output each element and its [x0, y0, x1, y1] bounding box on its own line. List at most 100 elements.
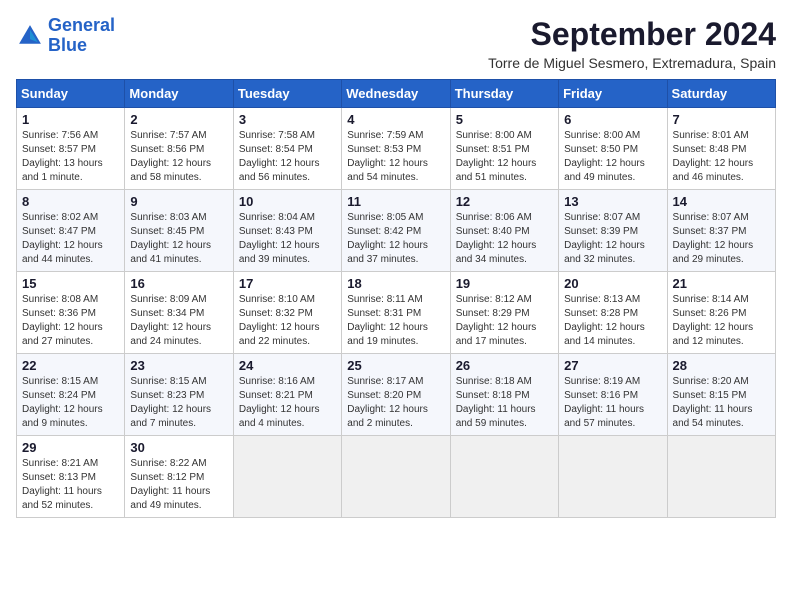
day-info: Sunrise: 8:08 AMSunset: 8:36 PMDaylight:… — [22, 293, 119, 349]
day-number: 28 — [673, 358, 770, 373]
day-info: Sunrise: 8:21 AMSunset: 8:13 PMDaylight:… — [22, 457, 119, 513]
day-info: Sunrise: 7:59 AMSunset: 8:53 PMDaylight:… — [347, 129, 444, 185]
logo-general: General — [48, 15, 115, 35]
calendar-cell: 24Sunrise: 8:16 AMSunset: 8:21 PMDayligh… — [233, 354, 341, 436]
day-info: Sunrise: 8:07 AMSunset: 8:37 PMDaylight:… — [673, 211, 770, 267]
day-number: 27 — [564, 358, 661, 373]
day-number: 18 — [347, 276, 444, 291]
calendar-cell: 11 Sunrise: 8:05 AMSunset: 8:42 PMDayligh… — [342, 190, 450, 272]
day-number: 10 — [239, 194, 336, 209]
calendar-cell: 10Sunrise: 8:04 AMSunset: 8:43 PMDayligh… — [233, 190, 341, 272]
calendar-cell: 8 Sunrise: 8:02 AMSunset: 8:47 PMDaylight… — [17, 190, 125, 272]
day-info: Sunrise: 8:19 AMSunset: 8:16 PMDaylight:… — [564, 375, 661, 431]
calendar-week-row: 15 Sunrise: 8:08 AMSunset: 8:36 PMDayligh… — [17, 272, 776, 354]
calendar-cell: 17 Sunrise: 8:10 AMSunset: 8:32 PMDayligh… — [233, 272, 341, 354]
day-info: Sunrise: 8:15 AMSunset: 8:24 PMDaylight:… — [22, 375, 119, 431]
day-info: Sunrise: 8:00 AMSunset: 8:50 PMDaylight:… — [564, 129, 661, 185]
day-number: 5 — [456, 112, 553, 127]
day-number: 16 — [130, 276, 227, 291]
calendar-cell: 18Sunrise: 8:11 AMSunset: 8:31 PMDayligh… — [342, 272, 450, 354]
calendar-cell: 14 Sunrise: 8:07 AMSunset: 8:37 PMDayligh… — [667, 190, 775, 272]
weekday-header: Tuesday — [233, 80, 341, 108]
day-info: Sunrise: 8:16 AMSunset: 8:21 PMDaylight:… — [239, 375, 336, 431]
day-number: 25 — [347, 358, 444, 373]
day-info: Sunrise: 8:02 AMSunset: 8:47 PMDaylight:… — [22, 211, 119, 267]
day-number: 4 — [347, 112, 444, 127]
day-info: Sunrise: 8:14 AMSunset: 8:26 PMDaylight:… — [673, 293, 770, 349]
calendar-cell — [233, 436, 341, 518]
day-info: Sunrise: 8:12 AMSunset: 8:29 PMDaylight:… — [456, 293, 553, 349]
day-number: 12 — [456, 194, 553, 209]
day-number: 11 — [347, 194, 444, 209]
calendar-cell: 29 Sunrise: 8:21 AMSunset: 8:13 PMDayligh… — [17, 436, 125, 518]
weekday-header: Thursday — [450, 80, 558, 108]
calendar-cell: 13Sunrise: 8:07 AMSunset: 8:39 PMDayligh… — [559, 190, 667, 272]
day-info: Sunrise: 7:57 AMSunset: 8:56 PMDaylight:… — [130, 129, 227, 185]
calendar-table: SundayMondayTuesdayWednesdayThursdayFrid… — [16, 79, 776, 518]
calendar-cell: 9Sunrise: 8:03 AMSunset: 8:45 PMDaylight… — [125, 190, 233, 272]
calendar-cell: 28 Sunrise: 8:20 AMSunset: 8:15 PMDayligh… — [667, 354, 775, 436]
day-number: 1 — [22, 112, 119, 127]
day-number: 2 — [130, 112, 227, 127]
calendar-cell: 27 Sunrise: 8:19 AMSunset: 8:16 PMDayligh… — [559, 354, 667, 436]
day-info: Sunrise: 8:17 AMSunset: 8:20 PMDaylight:… — [347, 375, 444, 431]
day-number: 13 — [564, 194, 661, 209]
day-number: 8 — [22, 194, 119, 209]
calendar-cell: 3Sunrise: 7:58 AMSunset: 8:54 PMDaylight… — [233, 108, 341, 190]
calendar-week-row: 29 Sunrise: 8:21 AMSunset: 8:13 PMDayligh… — [17, 436, 776, 518]
day-number: 29 — [22, 440, 119, 455]
calendar-week-row: 8 Sunrise: 8:02 AMSunset: 8:47 PMDaylight… — [17, 190, 776, 272]
weekday-header: Monday — [125, 80, 233, 108]
day-number: 14 — [673, 194, 770, 209]
calendar-cell: 1 Sunrise: 7:56 AMSunset: 8:57 PMDaylight… — [17, 108, 125, 190]
day-info: Sunrise: 8:20 AMSunset: 8:15 PMDaylight:… — [673, 375, 770, 431]
logo-text: General Blue — [48, 16, 115, 56]
calendar-cell: 15 Sunrise: 8:08 AMSunset: 8:36 PMDayligh… — [17, 272, 125, 354]
day-info: Sunrise: 8:05 AMSunset: 8:42 PMDaylight:… — [347, 211, 444, 267]
day-info: Sunrise: 8:10 AMSunset: 8:32 PMDaylight:… — [239, 293, 336, 349]
day-info: Sunrise: 8:01 AMSunset: 8:48 PMDaylight:… — [673, 129, 770, 185]
page-subtitle: Torre de Miguel Sesmero, Extremadura, Sp… — [488, 55, 776, 71]
calendar-cell: 7 Sunrise: 8:01 AMSunset: 8:48 PMDaylight… — [667, 108, 775, 190]
page-title: September 2024 — [488, 16, 776, 53]
weekday-header: Wednesday — [342, 80, 450, 108]
day-info: Sunrise: 8:15 AMSunset: 8:23 PMDaylight:… — [130, 375, 227, 431]
day-number: 6 — [564, 112, 661, 127]
logo-icon — [16, 22, 44, 50]
day-info: Sunrise: 8:13 AMSunset: 8:28 PMDaylight:… — [564, 293, 661, 349]
weekday-header-row: SundayMondayTuesdayWednesdayThursdayFrid… — [17, 80, 776, 108]
calendar-cell: 4 Sunrise: 7:59 AMSunset: 8:53 PMDaylight… — [342, 108, 450, 190]
calendar-cell: 6 Sunrise: 8:00 AMSunset: 8:50 PMDaylight… — [559, 108, 667, 190]
day-info: Sunrise: 8:06 AMSunset: 8:40 PMDaylight:… — [456, 211, 553, 267]
title-block: September 2024 Torre de Miguel Sesmero, … — [488, 16, 776, 71]
calendar-week-row: 1 Sunrise: 7:56 AMSunset: 8:57 PMDaylight… — [17, 108, 776, 190]
day-info: Sunrise: 8:09 AMSunset: 8:34 PMDaylight:… — [130, 293, 227, 349]
day-number: 22 — [22, 358, 119, 373]
calendar-cell: 20 Sunrise: 8:13 AMSunset: 8:28 PMDayligh… — [559, 272, 667, 354]
day-info: Sunrise: 8:00 AMSunset: 8:51 PMDaylight:… — [456, 129, 553, 185]
calendar-cell: 25 Sunrise: 8:17 AMSunset: 8:20 PMDayligh… — [342, 354, 450, 436]
logo-blue: Blue — [48, 36, 115, 56]
day-number: 19 — [456, 276, 553, 291]
day-number: 20 — [564, 276, 661, 291]
calendar-cell — [450, 436, 558, 518]
logo: General Blue — [16, 16, 115, 56]
calendar-cell: 26Sunrise: 8:18 AMSunset: 8:18 PMDayligh… — [450, 354, 558, 436]
calendar-cell: 5 Sunrise: 8:00 AMSunset: 8:51 PMDaylight… — [450, 108, 558, 190]
calendar-cell: 2 Sunrise: 7:57 AMSunset: 8:56 PMDaylight… — [125, 108, 233, 190]
day-number: 17 — [239, 276, 336, 291]
day-number: 9 — [130, 194, 227, 209]
calendar-cell: 30Sunrise: 8:22 AMSunset: 8:12 PMDayligh… — [125, 436, 233, 518]
weekday-header: Friday — [559, 80, 667, 108]
calendar-cell — [667, 436, 775, 518]
day-info: Sunrise: 8:22 AMSunset: 8:12 PMDaylight:… — [130, 457, 227, 513]
calendar-cell: 22 Sunrise: 8:15 AMSunset: 8:24 PMDayligh… — [17, 354, 125, 436]
calendar-cell — [559, 436, 667, 518]
day-number: 3 — [239, 112, 336, 127]
weekday-header: Sunday — [17, 80, 125, 108]
day-info: Sunrise: 7:56 AMSunset: 8:57 PMDaylight:… — [22, 129, 119, 185]
calendar-cell: 16 Sunrise: 8:09 AMSunset: 8:34 PMDayligh… — [125, 272, 233, 354]
day-number: 15 — [22, 276, 119, 291]
weekday-header: Saturday — [667, 80, 775, 108]
day-number: 7 — [673, 112, 770, 127]
